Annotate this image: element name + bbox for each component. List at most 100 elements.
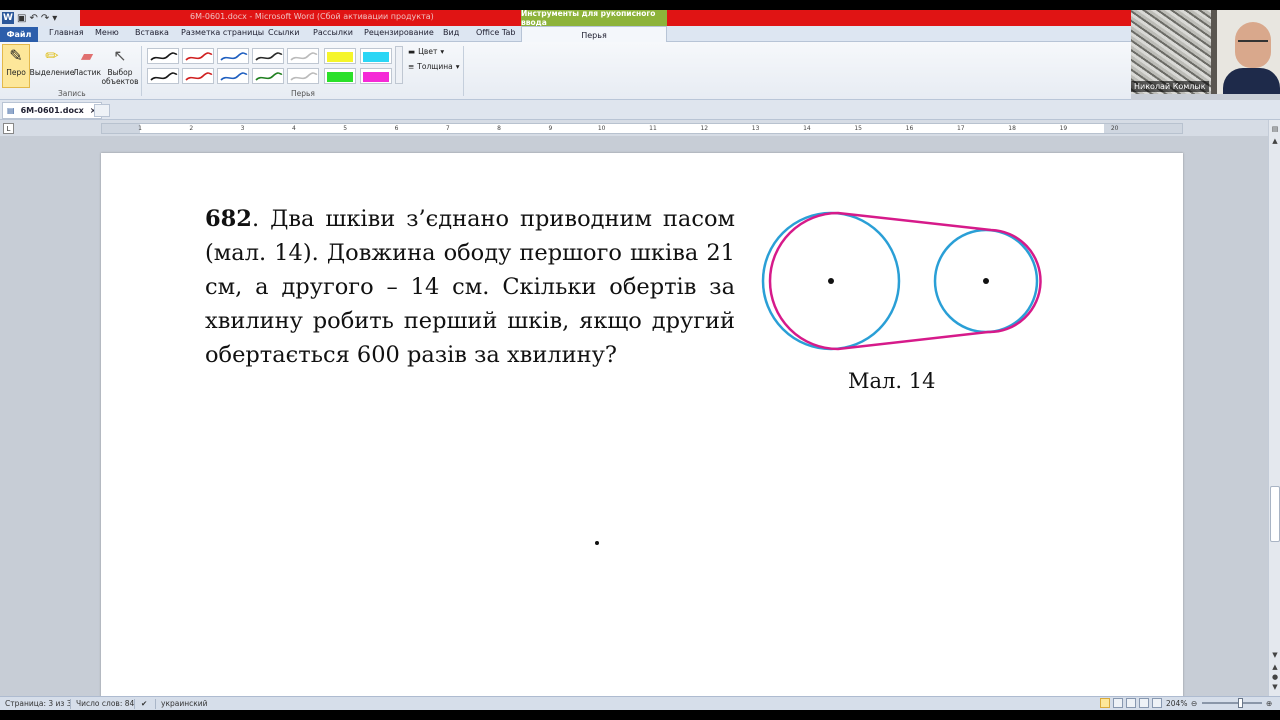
pen-stroke-icon <box>150 52 178 61</box>
thickness-dropdown[interactable]: ≡ Толщина ▾ <box>408 62 459 71</box>
tab-home[interactable]: Главная <box>49 28 84 37</box>
tab-file[interactable]: Файл <box>0 27 38 42</box>
ruler-number: 3 <box>240 125 245 132</box>
pen-swatch[interactable] <box>147 48 179 64</box>
ruler-number: 9 <box>548 125 553 132</box>
tab-selector[interactable]: L <box>3 123 14 134</box>
problem-text-block: 682. Два шківи з’єднано приводним пасом … <box>205 202 735 372</box>
draft-view-button[interactable] <box>1152 698 1162 708</box>
browse-object-icon[interactable]: ● <box>1270 672 1280 682</box>
scroll-down-icon[interactable]: ▼ <box>1270 650 1280 660</box>
zoom-out-icon[interactable]: ⊖ <box>1191 699 1197 708</box>
drive-belt <box>768 211 1042 351</box>
pen-swatch[interactable] <box>217 48 249 64</box>
ruler-toggle-icon[interactable]: ▤ <box>1270 124 1280 134</box>
tab-pens[interactable]: Перья <box>521 26 667 43</box>
tab-view[interactable]: Вид <box>443 28 459 37</box>
pen-swatch[interactable] <box>217 68 249 84</box>
pen-swatch[interactable] <box>147 68 179 84</box>
document-tab-bar <box>0 100 1280 120</box>
highlight-button-label: Выделение <box>29 68 75 77</box>
horizontal-ruler[interactable]: 211234567891011121314151617181920 <box>101 123 1183 134</box>
highlighter-swatch[interactable] <box>360 68 392 84</box>
ruler-number: 20 <box>1110 125 1119 132</box>
scroll-up-icon[interactable]: ▲ <box>1270 136 1280 146</box>
pen-button[interactable]: ✎ Перо <box>4 44 28 77</box>
presenter-name: Николай Комлык <box>1131 81 1209 92</box>
zoom-in-icon[interactable]: ⊕ <box>1266 699 1272 708</box>
pens-group-label: Перья <box>291 89 315 98</box>
large-pulley-center <box>828 278 834 284</box>
pen-swatch[interactable] <box>182 68 214 84</box>
color-label: Цвет <box>418 47 438 56</box>
color-dropdown[interactable]: ▬ Цвет ▾ <box>408 47 444 56</box>
document-tab[interactable]: ▤ 6M-0601.docx × <box>2 102 102 119</box>
tab-menu[interactable]: Меню <box>95 28 119 37</box>
qat-dropdown-icon[interactable]: ▾ <box>52 13 57 24</box>
gallery-scroll[interactable] <box>395 46 403 84</box>
status-bar: Страница: 3 из 3 Число слов: 84 ✔ украин… <box>0 696 1280 710</box>
problem-number: 682 <box>205 206 252 232</box>
pen-swatch[interactable] <box>287 48 319 64</box>
eraser-button[interactable]: ▰ Ластик <box>73 44 101 77</box>
pen-swatch[interactable] <box>182 48 214 64</box>
pen-swatch[interactable] <box>252 48 284 64</box>
tab-page-layout[interactable]: Разметка страницы <box>181 28 264 37</box>
web-layout-view-button[interactable] <box>1126 698 1136 708</box>
zoom-slider-track[interactable] <box>1202 702 1262 704</box>
print-layout-view-button[interactable] <box>1100 698 1110 708</box>
pen-swatch[interactable] <box>287 68 319 84</box>
zoom-slider-thumb[interactable] <box>1238 698 1243 708</box>
redo-icon[interactable]: ↷ <box>41 13 49 24</box>
save-icon[interactable]: ▣ <box>17 13 26 24</box>
page-count[interactable]: Страница: 3 из 3 <box>5 699 72 708</box>
status-separator <box>155 699 156 709</box>
chevron-down-icon: ▾ <box>440 47 445 56</box>
pulley-figure <box>761 211 1042 351</box>
tab-office-tab[interactable]: Office Tab <box>476 28 515 37</box>
highlight-button[interactable]: ✏ Выделение <box>29 44 75 77</box>
vertical-scrollbar[interactable]: ▤ ▲ ▼ ▲ ● ▼ <box>1268 120 1280 696</box>
group-separator <box>463 46 464 96</box>
select-objects-label: Выбор объектов <box>101 68 139 86</box>
ruler-number: 10 <box>597 125 606 132</box>
small-pulley-center <box>983 278 989 284</box>
ruler-number: 13 <box>751 125 760 132</box>
highlighter-color-icon <box>363 52 389 62</box>
undo-icon[interactable]: ↶ <box>29 13 37 24</box>
full-screen-view-button[interactable] <box>1113 698 1123 708</box>
contextual-tools-title: Инструменты для рукописного ввода <box>521 9 667 27</box>
ruler-number: 11 <box>649 125 657 132</box>
ruler-number: 8 <box>497 125 502 132</box>
pen-stroke-icon <box>185 52 213 61</box>
select-objects-button[interactable]: ↖ Выбор объектов <box>101 44 139 86</box>
outline-view-button[interactable] <box>1139 698 1149 708</box>
pen-stroke-icon <box>150 72 178 81</box>
ruler-number: 19 <box>1059 125 1068 132</box>
pen-swatch[interactable] <box>252 68 284 84</box>
tab-mailings[interactable]: Рассылки <box>313 28 353 37</box>
prev-page-icon[interactable]: ▲ <box>1270 662 1280 672</box>
highlighter-color-icon <box>327 72 353 82</box>
highlighter-swatch[interactable] <box>324 68 356 84</box>
zoom-level[interactable]: 204% <box>1166 699 1187 708</box>
word-count[interactable]: Число слов: 84 <box>76 699 134 708</box>
highlighter-swatch[interactable] <box>360 48 392 64</box>
status-separator <box>70 699 71 709</box>
pen-button-label: Перо <box>6 68 26 77</box>
new-tab-button[interactable] <box>94 104 110 117</box>
next-page-icon[interactable]: ▼ <box>1270 682 1280 692</box>
problem-text: . Два шківи з’єднано приводним пасом (ма… <box>205 206 735 368</box>
tab-references[interactable]: Ссылки <box>268 28 299 37</box>
highlighter-swatch[interactable] <box>324 48 356 64</box>
eraser-button-label: Ластик <box>72 68 102 77</box>
word-app-icon[interactable]: W <box>2 12 14 24</box>
pen-icon: ✎ <box>9 45 23 65</box>
language-indicator[interactable]: украинский <box>161 699 208 708</box>
tab-insert[interactable]: Вставка <box>135 28 169 37</box>
tab-review[interactable]: Рецензирование <box>364 28 434 37</box>
scroll-thumb[interactable] <box>1270 486 1280 542</box>
presenter-glasses <box>1238 40 1268 46</box>
spelling-check-icon[interactable]: ✔ <box>141 699 147 708</box>
text-cursor-dot <box>595 541 599 545</box>
